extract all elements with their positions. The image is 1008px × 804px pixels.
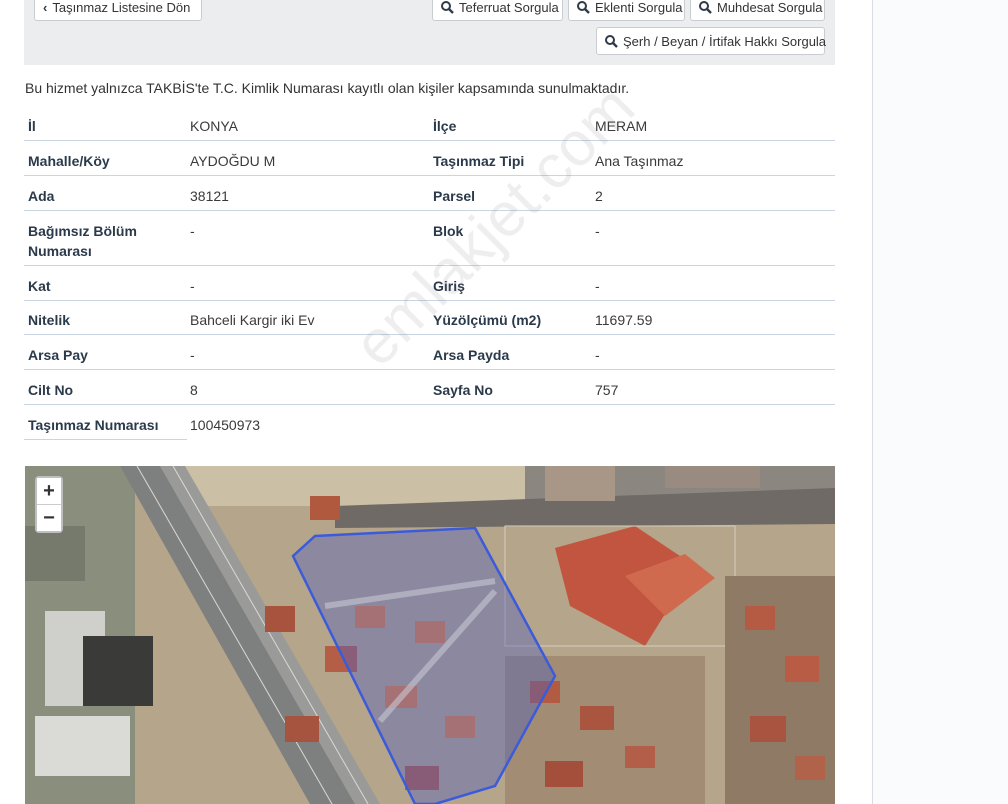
search-icon (577, 0, 590, 14)
divider (187, 369, 430, 370)
divider (24, 369, 187, 370)
divider (187, 210, 430, 211)
divider (187, 175, 430, 176)
divider (24, 210, 187, 211)
divider (591, 175, 835, 176)
teferruat-query-label: Teferruat Sorgula (459, 0, 559, 15)
divider (430, 369, 591, 370)
back-to-list-label: Taşınmaz Listesine Dön (52, 0, 191, 15)
search-icon (441, 0, 454, 14)
divider (24, 404, 187, 405)
search-icon (699, 0, 712, 14)
info-value: AYDOĞDU M (190, 153, 276, 169)
teferruat-query-button[interactable]: Teferruat Sorgula (432, 0, 563, 21)
divider (187, 404, 430, 405)
info-label: Ada (28, 188, 55, 204)
info-value: 8 (190, 382, 198, 398)
divider (187, 140, 430, 141)
info-label: Giriş (433, 278, 465, 294)
divider (591, 334, 835, 335)
info-label: Arsa Pay (28, 347, 88, 363)
divider (430, 210, 591, 211)
info-label: Bağımsız Bölüm Numarası (28, 223, 137, 259)
muhdesat-query-button[interactable]: Muhdesat Sorgula (690, 0, 825, 21)
divider (591, 369, 835, 370)
info-label: Mahalle/Köy (28, 153, 110, 169)
divider (591, 265, 835, 266)
divider (24, 140, 187, 141)
side-panel (873, 0, 1008, 804)
divider (430, 300, 591, 301)
info-label: Taşınmaz Numarası (28, 417, 159, 433)
info-value: 2 (595, 188, 603, 204)
info-value: 11697.59 (595, 312, 653, 328)
divider (591, 404, 835, 405)
info-value: 757 (595, 382, 619, 398)
chevron-left-icon: ‹ (43, 0, 48, 15)
info-label: Taşınmaz Tipi (433, 153, 525, 169)
muhdesat-query-label: Muhdesat Sorgula (717, 0, 823, 15)
divider (430, 175, 591, 176)
search-icon (605, 34, 618, 48)
service-notice: Bu hizmet yalnızca TAKBİS'te T.C. Kimlik… (25, 80, 630, 96)
info-label: Cilt No (28, 382, 74, 398)
info-label: Yüzölçümü (m2) (433, 312, 542, 328)
divider (187, 300, 430, 301)
divider (24, 300, 187, 301)
zoom-in-button[interactable]: + (37, 478, 61, 505)
serh-beyan-query-button[interactable]: Şerh / Beyan / İrtifak Hakkı Sorgula (596, 27, 827, 55)
info-value: - (190, 347, 195, 363)
info-label: Parsel (433, 188, 476, 204)
eklenti-query-button[interactable]: Eklenti Sorgula (568, 0, 685, 21)
divider (430, 404, 591, 405)
info-value: - (595, 347, 600, 363)
divider (591, 300, 835, 301)
eklenti-query-label: Eklenti Sorgula (595, 0, 683, 15)
info-label: İl (28, 118, 36, 134)
divider (187, 265, 430, 266)
query-toolbar: ‹ Taşınmaz Listesine Dön Teferruat Sorgu… (24, 0, 835, 65)
info-value: Bahceli Kargir iki Ev (190, 312, 315, 328)
divider (430, 265, 591, 266)
divider (24, 439, 187, 440)
info-value: KONYA (190, 118, 238, 134)
divider (24, 334, 187, 335)
info-value: Ana Taşınmaz (595, 153, 684, 169)
divider (591, 140, 835, 141)
info-value: - (595, 278, 600, 294)
divider (24, 265, 187, 266)
info-label: İlçe (433, 118, 457, 134)
divider (187, 334, 430, 335)
serh-beyan-query-label: Şerh / Beyan / İrtifak Hakkı Sorgula (623, 33, 827, 49)
info-value: 38121 (190, 188, 229, 204)
back-to-list-button[interactable]: ‹ Taşınmaz Listesine Dön (34, 0, 202, 21)
info-value: - (190, 223, 195, 239)
info-label: Nitelik (28, 312, 71, 328)
info-value: 100450973 (190, 417, 261, 433)
divider (24, 175, 187, 176)
info-label: Arsa Payda (433, 347, 510, 363)
info-label: Sayfa No (433, 382, 493, 398)
zoom-control: + − (35, 476, 63, 533)
info-label: Kat (28, 278, 51, 294)
divider (591, 210, 835, 211)
parcel-map[interactable]: + − (25, 466, 835, 804)
info-value: MERAM (595, 118, 648, 134)
info-label: Blok (433, 223, 464, 239)
divider (430, 140, 591, 141)
zoom-out-button[interactable]: − (37, 505, 61, 531)
satellite-imagery (25, 466, 835, 804)
divider (430, 334, 591, 335)
info-value: - (190, 278, 195, 294)
info-value: - (595, 223, 600, 239)
